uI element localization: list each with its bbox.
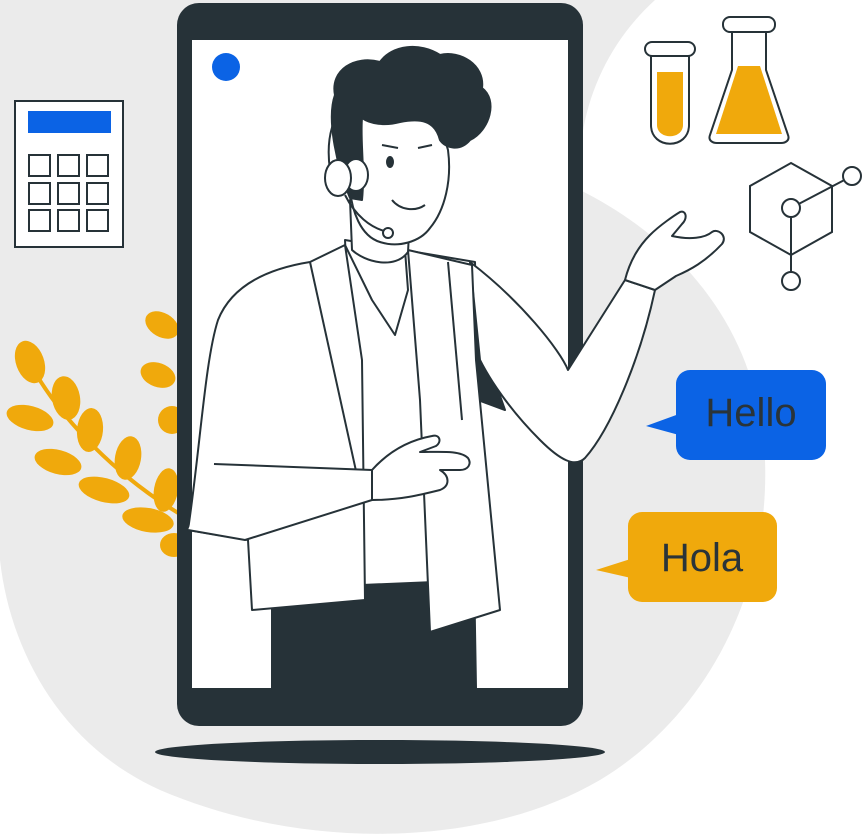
hello-bubble-text: Hello xyxy=(705,391,796,435)
camera-dot-icon xyxy=(212,53,240,81)
hola-bubble-text: Hola xyxy=(661,536,744,580)
test-tube-icon xyxy=(644,41,696,145)
molecule-icon xyxy=(749,161,862,291)
flask-icon xyxy=(708,16,790,144)
calculator-icon xyxy=(14,100,124,248)
illustration: Hello Hola xyxy=(0,0,862,834)
phone-shadow xyxy=(155,740,605,764)
